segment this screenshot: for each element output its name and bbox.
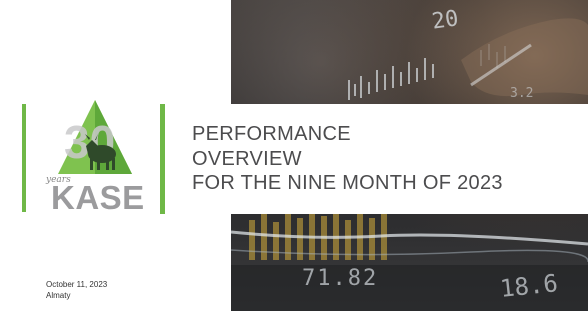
logo-accent-bar bbox=[22, 104, 26, 212]
title-line-3: FOR THE NINE MONTH OF 2023 bbox=[192, 172, 503, 194]
logo-wordmark: KASE bbox=[51, 179, 145, 216]
slide-footer: October 11, 2023 Almaty bbox=[46, 280, 107, 301]
title-slide: 20 71.82 18.6 3.2 PERFORMANCE OVERVIEW F… bbox=[0, 0, 588, 311]
presentation-date: October 11, 2023 bbox=[46, 280, 108, 289]
title-line-2: OVERVIEW bbox=[192, 147, 302, 170]
title-accent-bar bbox=[160, 104, 165, 214]
presentation-city: Almaty bbox=[46, 290, 71, 300]
background-figure-top: 20 bbox=[430, 6, 461, 35]
background-figure-mid: 3.2 bbox=[510, 86, 534, 101]
slide-title: PERFORMANCE OVERVIEW FOR THE NINE MONTH … bbox=[192, 122, 503, 196]
background-figure-bottom-left: 71.82 bbox=[302, 266, 379, 291]
title-line-1: PERFORMANCE bbox=[192, 123, 351, 145]
